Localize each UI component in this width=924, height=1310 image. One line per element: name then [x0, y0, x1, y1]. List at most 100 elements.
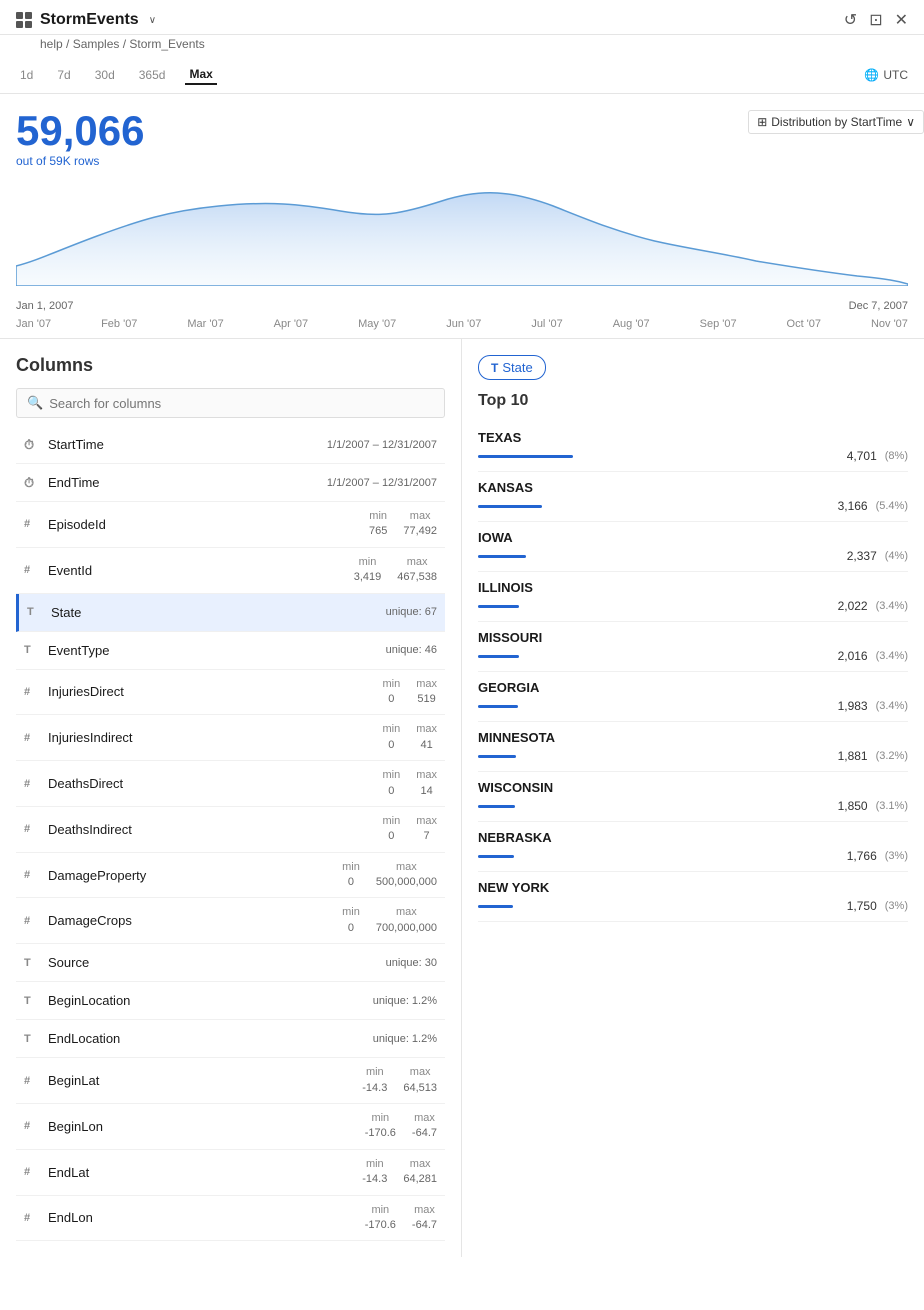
state-count: 3,166 [838, 499, 868, 513]
col-meta-minmax: min -14.3 max 64,513 [362, 1065, 437, 1096]
header: StormEvents ∨ ↺ ⊡ ✕ [0, 0, 924, 35]
refresh-icon[interactable]: ↺ [844, 10, 857, 30]
state-pct: (3%) [885, 900, 908, 912]
search-icon: 🔍 [27, 395, 43, 411]
chart-svg [16, 176, 908, 286]
state-pct: (8%) [885, 450, 908, 462]
col-type-icon: ⏱ [24, 437, 42, 453]
state-count: 1,881 [838, 749, 868, 763]
state-count: 4,701 [847, 449, 877, 463]
state-name: MISSOURI [478, 630, 908, 645]
layout-icon[interactable]: ⊡ [869, 10, 882, 30]
column-row[interactable]: # DeathsDirect min 0 max 14 [16, 761, 445, 807]
column-row[interactable]: # BeginLat min -14.3 max 64,513 [16, 1058, 445, 1104]
dist-chevron: ∨ [906, 115, 915, 129]
col-meta: 1/1/2007 – 12/31/2007 [327, 477, 437, 489]
chevron-down-icon[interactable]: ∨ [149, 15, 156, 26]
column-row[interactable]: T Source unique: 30 [16, 944, 445, 982]
col-name: DamageCrops [48, 913, 342, 928]
column-row[interactable]: # InjuriesIndirect min 0 max 41 [16, 715, 445, 761]
month-feb: Feb '07 [101, 318, 137, 330]
column-row[interactable]: ⏱ StartTime 1/1/2007 – 12/31/2007 [16, 426, 445, 464]
grid-icon [16, 12, 32, 28]
app-title[interactable]: StormEvents [40, 11, 139, 29]
col-type-icon: # [24, 778, 42, 790]
state-name: WISCONSIN [478, 780, 908, 795]
timezone-display: 🌐 UTC [864, 68, 908, 82]
column-row[interactable]: T EventType unique: 46 [16, 632, 445, 670]
column-row[interactable]: # EndLat min -14.3 max 64,281 [16, 1150, 445, 1196]
column-row[interactable]: T BeginLocation unique: 1.2% [16, 982, 445, 1020]
column-row[interactable]: # EventId min 3,419 max 467,538 [16, 548, 445, 594]
column-row[interactable]: # DeathsIndirect min 0 max 7 [16, 807, 445, 853]
state-bar [478, 605, 519, 608]
col-type-icon: T [24, 1033, 42, 1045]
state-pct: (4%) [885, 550, 908, 562]
column-row[interactable]: # EpisodeId min 765 max 77,492 [16, 502, 445, 548]
chart-area [16, 176, 908, 296]
date-end: Dec 7, 2007 [849, 300, 908, 312]
time-bar: 1d 7d 30d 365d Max 🌐 UTC [0, 57, 924, 94]
state-count: 2,337 [847, 549, 877, 563]
chart-months: Jan '07 Feb '07 Mar '07 Apr '07 May '07 … [16, 316, 908, 338]
col-type-icon: T [27, 606, 45, 618]
col-meta-minmax: min 0 max 519 [382, 677, 437, 708]
state-item: WISCONSIN 1,850 (3.1%) [478, 772, 908, 822]
col-meta: 1/1/2007 – 12/31/2007 [327, 439, 437, 451]
time-365d[interactable]: 365d [135, 66, 170, 84]
state-bar [478, 905, 513, 908]
state-count: 1,766 [847, 849, 877, 863]
col-meta-minmax: min 0 max 41 [382, 722, 437, 753]
col-meta: unique: 1.2% [373, 995, 437, 1007]
state-name: TEXAS [478, 430, 908, 445]
state-bar-row: 1,881 (3.2%) [478, 749, 908, 763]
col-meta: unique: 46 [386, 644, 437, 656]
column-row[interactable]: ⏱ EndTime 1/1/2007 – 12/31/2007 [16, 464, 445, 502]
tag-label: State [502, 360, 532, 375]
state-name: KANSAS [478, 480, 908, 495]
col-type-icon: # [24, 1075, 42, 1087]
state-tag[interactable]: T State [478, 355, 546, 380]
state-bar-row: 2,016 (3.4%) [478, 649, 908, 663]
state-count: 2,022 [838, 599, 868, 613]
time-7d[interactable]: 7d [53, 66, 74, 84]
column-row[interactable]: # BeginLon min -170.6 max -64.7 [16, 1104, 445, 1150]
month-sep: Sep '07 [700, 318, 737, 330]
col-name: DeathsIndirect [48, 822, 382, 837]
month-mar: Mar '07 [187, 318, 223, 330]
col-name: EventId [48, 563, 354, 578]
search-input[interactable] [49, 396, 434, 411]
col-type-icon: # [24, 564, 42, 576]
time-max[interactable]: Max [185, 65, 216, 85]
state-bar [478, 855, 514, 858]
state-pct: (3.4%) [876, 650, 908, 662]
column-row[interactable]: T State unique: 67 [16, 594, 445, 632]
chart-date-range: Jan 1, 2007 Dec 7, 2007 [16, 296, 908, 316]
col-type-icon: # [24, 1212, 42, 1224]
state-bar [478, 805, 515, 808]
timezone-label: UTC [883, 68, 908, 82]
state-name: NEW YORK [478, 880, 908, 895]
col-meta: unique: 1.2% [373, 1033, 437, 1045]
state-count: 1,983 [838, 699, 868, 713]
main-content: Columns 🔍 ⏱ StartTime 1/1/2007 – 12/31/2… [0, 339, 924, 1257]
col-type-icon: T [24, 644, 42, 656]
column-row[interactable]: T EndLocation unique: 1.2% [16, 1020, 445, 1058]
col-name: BeginLat [48, 1073, 362, 1088]
close-icon[interactable]: ✕ [895, 10, 908, 30]
column-row[interactable]: # DamageProperty min 0 max 500,000,000 [16, 853, 445, 899]
column-row[interactable]: # EndLon min -170.6 max -64.7 [16, 1196, 445, 1242]
distribution-button[interactable]: ⊞ Distribution by StartTime ∨ [748, 110, 924, 134]
state-bar-row: 3,166 (5.4%) [478, 499, 908, 513]
col-meta-minmax: min -170.6 max -64.7 [365, 1111, 437, 1142]
column-row[interactable]: # InjuriesDirect min 0 max 519 [16, 670, 445, 716]
time-1d[interactable]: 1d [16, 66, 37, 84]
search-box[interactable]: 🔍 [16, 388, 445, 418]
col-name: DeathsDirect [48, 776, 382, 791]
col-meta: unique: 30 [386, 957, 437, 969]
columns-list: ⏱ StartTime 1/1/2007 – 12/31/2007⏱ EndTi… [16, 426, 445, 1241]
column-row[interactable]: # DamageCrops min 0 max 700,000,000 [16, 898, 445, 944]
chart-section: 59,066 out of 59K rows ⊞ Distribution by… [0, 94, 924, 339]
time-30d[interactable]: 30d [91, 66, 119, 84]
state-bar [478, 655, 519, 658]
